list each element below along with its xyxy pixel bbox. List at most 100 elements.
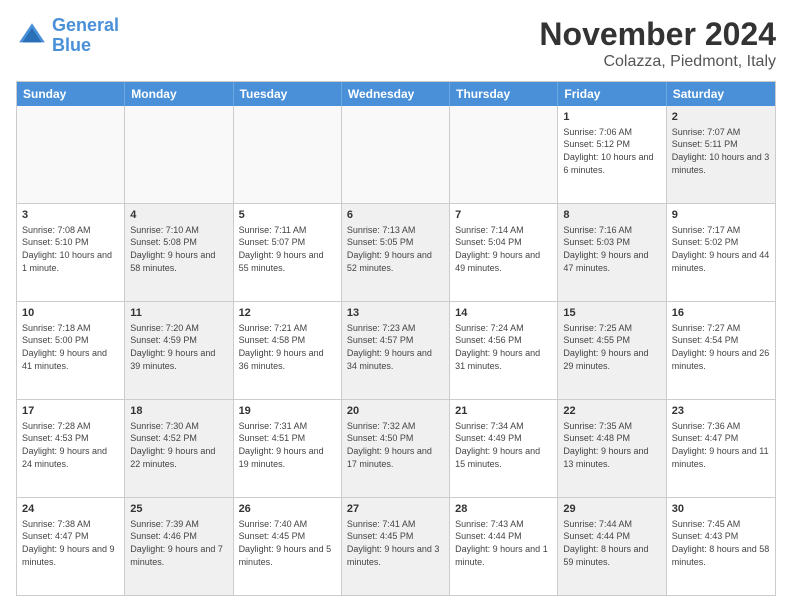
day-info: Sunrise: 7:40 AM Sunset: 4:45 PM Dayligh…	[239, 518, 336, 568]
day-info: Sunrise: 7:21 AM Sunset: 4:58 PM Dayligh…	[239, 322, 336, 372]
calendar-cell: 6Sunrise: 7:13 AM Sunset: 5:05 PM Daylig…	[342, 204, 450, 301]
calendar-cell: 29Sunrise: 7:44 AM Sunset: 4:44 PM Dayli…	[558, 498, 666, 595]
calendar-cell: 1Sunrise: 7:06 AM Sunset: 5:12 PM Daylig…	[558, 106, 666, 203]
weekday-header-tuesday: Tuesday	[234, 82, 342, 106]
weekday-header-wednesday: Wednesday	[342, 82, 450, 106]
calendar-row-4: 24Sunrise: 7:38 AM Sunset: 4:47 PM Dayli…	[17, 497, 775, 595]
calendar-cell: 13Sunrise: 7:23 AM Sunset: 4:57 PM Dayli…	[342, 302, 450, 399]
day-info: Sunrise: 7:08 AM Sunset: 5:10 PM Dayligh…	[22, 224, 119, 274]
calendar-cell: 17Sunrise: 7:28 AM Sunset: 4:53 PM Dayli…	[17, 400, 125, 497]
calendar-cell: 9Sunrise: 7:17 AM Sunset: 5:02 PM Daylig…	[667, 204, 775, 301]
calendar-cell	[17, 106, 125, 203]
day-info: Sunrise: 7:28 AM Sunset: 4:53 PM Dayligh…	[22, 420, 119, 470]
weekday-header-friday: Friday	[558, 82, 666, 106]
day-number: 21	[455, 404, 552, 419]
calendar-cell: 2Sunrise: 7:07 AM Sunset: 5:11 PM Daylig…	[667, 106, 775, 203]
calendar-row-1: 3Sunrise: 7:08 AM Sunset: 5:10 PM Daylig…	[17, 203, 775, 301]
day-info: Sunrise: 7:35 AM Sunset: 4:48 PM Dayligh…	[563, 420, 660, 470]
calendar-cell: 19Sunrise: 7:31 AM Sunset: 4:51 PM Dayli…	[234, 400, 342, 497]
day-info: Sunrise: 7:31 AM Sunset: 4:51 PM Dayligh…	[239, 420, 336, 470]
calendar-cell: 12Sunrise: 7:21 AM Sunset: 4:58 PM Dayli…	[234, 302, 342, 399]
weekday-header-saturday: Saturday	[667, 82, 775, 106]
day-number: 15	[563, 306, 660, 321]
weekday-header-thursday: Thursday	[450, 82, 558, 106]
day-number: 19	[239, 404, 336, 419]
calendar-header: SundayMondayTuesdayWednesdayThursdayFrid…	[17, 82, 775, 106]
day-info: Sunrise: 7:27 AM Sunset: 4:54 PM Dayligh…	[672, 322, 770, 372]
calendar-cell: 15Sunrise: 7:25 AM Sunset: 4:55 PM Dayli…	[558, 302, 666, 399]
calendar-cell: 8Sunrise: 7:16 AM Sunset: 5:03 PM Daylig…	[558, 204, 666, 301]
page: General Blue November 2024 Colazza, Pied…	[0, 0, 792, 612]
day-info: Sunrise: 7:44 AM Sunset: 4:44 PM Dayligh…	[563, 518, 660, 568]
day-info: Sunrise: 7:30 AM Sunset: 4:52 PM Dayligh…	[130, 420, 227, 470]
day-info: Sunrise: 7:11 AM Sunset: 5:07 PM Dayligh…	[239, 224, 336, 274]
day-number: 25	[130, 502, 227, 517]
day-info: Sunrise: 7:45 AM Sunset: 4:43 PM Dayligh…	[672, 518, 770, 568]
day-info: Sunrise: 7:43 AM Sunset: 4:44 PM Dayligh…	[455, 518, 552, 568]
calendar-cell: 18Sunrise: 7:30 AM Sunset: 4:52 PM Dayli…	[125, 400, 233, 497]
weekday-header-sunday: Sunday	[17, 82, 125, 106]
day-number: 22	[563, 404, 660, 419]
calendar-cell	[125, 106, 233, 203]
calendar-cell: 4Sunrise: 7:10 AM Sunset: 5:08 PM Daylig…	[125, 204, 233, 301]
day-number: 4	[130, 208, 227, 223]
day-info: Sunrise: 7:36 AM Sunset: 4:47 PM Dayligh…	[672, 420, 770, 470]
day-info: Sunrise: 7:38 AM Sunset: 4:47 PM Dayligh…	[22, 518, 119, 568]
day-number: 1	[563, 110, 660, 125]
day-info: Sunrise: 7:14 AM Sunset: 5:04 PM Dayligh…	[455, 224, 552, 274]
day-info: Sunrise: 7:32 AM Sunset: 4:50 PM Dayligh…	[347, 420, 444, 470]
day-number: 5	[239, 208, 336, 223]
calendar-cell: 14Sunrise: 7:24 AM Sunset: 4:56 PM Dayli…	[450, 302, 558, 399]
calendar-cell: 3Sunrise: 7:08 AM Sunset: 5:10 PM Daylig…	[17, 204, 125, 301]
location: Colazza, Piedmont, Italy	[539, 53, 776, 71]
calendar-cell	[234, 106, 342, 203]
calendar-cell: 16Sunrise: 7:27 AM Sunset: 4:54 PM Dayli…	[667, 302, 775, 399]
calendar-cell: 25Sunrise: 7:39 AM Sunset: 4:46 PM Dayli…	[125, 498, 233, 595]
calendar-cell	[450, 106, 558, 203]
day-info: Sunrise: 7:18 AM Sunset: 5:00 PM Dayligh…	[22, 322, 119, 372]
day-number: 17	[22, 404, 119, 419]
calendar: SundayMondayTuesdayWednesdayThursdayFrid…	[16, 81, 776, 596]
day-info: Sunrise: 7:07 AM Sunset: 5:11 PM Dayligh…	[672, 126, 770, 176]
day-number: 2	[672, 110, 770, 125]
day-number: 18	[130, 404, 227, 419]
day-number: 30	[672, 502, 770, 517]
day-number: 26	[239, 502, 336, 517]
calendar-body: 1Sunrise: 7:06 AM Sunset: 5:12 PM Daylig…	[17, 106, 775, 595]
day-info: Sunrise: 7:34 AM Sunset: 4:49 PM Dayligh…	[455, 420, 552, 470]
calendar-row-3: 17Sunrise: 7:28 AM Sunset: 4:53 PM Dayli…	[17, 399, 775, 497]
calendar-row-0: 1Sunrise: 7:06 AM Sunset: 5:12 PM Daylig…	[17, 106, 775, 203]
title-block: November 2024 Colazza, Piedmont, Italy	[539, 16, 776, 71]
day-info: Sunrise: 7:13 AM Sunset: 5:05 PM Dayligh…	[347, 224, 444, 274]
logo-icon	[16, 20, 48, 52]
day-number: 7	[455, 208, 552, 223]
day-number: 20	[347, 404, 444, 419]
day-number: 16	[672, 306, 770, 321]
day-number: 3	[22, 208, 119, 223]
day-number: 23	[672, 404, 770, 419]
day-number: 9	[672, 208, 770, 223]
day-info: Sunrise: 7:23 AM Sunset: 4:57 PM Dayligh…	[347, 322, 444, 372]
day-info: Sunrise: 7:20 AM Sunset: 4:59 PM Dayligh…	[130, 322, 227, 372]
day-number: 29	[563, 502, 660, 517]
day-info: Sunrise: 7:39 AM Sunset: 4:46 PM Dayligh…	[130, 518, 227, 568]
calendar-cell: 20Sunrise: 7:32 AM Sunset: 4:50 PM Dayli…	[342, 400, 450, 497]
calendar-cell: 21Sunrise: 7:34 AM Sunset: 4:49 PM Dayli…	[450, 400, 558, 497]
day-info: Sunrise: 7:10 AM Sunset: 5:08 PM Dayligh…	[130, 224, 227, 274]
calendar-cell: 10Sunrise: 7:18 AM Sunset: 5:00 PM Dayli…	[17, 302, 125, 399]
logo: General Blue	[16, 16, 119, 56]
day-number: 8	[563, 208, 660, 223]
day-info: Sunrise: 7:24 AM Sunset: 4:56 PM Dayligh…	[455, 322, 552, 372]
logo-text: General Blue	[52, 16, 119, 56]
month-title: November 2024	[539, 16, 776, 53]
logo-line1: General	[52, 15, 119, 35]
day-number: 27	[347, 502, 444, 517]
calendar-cell: 28Sunrise: 7:43 AM Sunset: 4:44 PM Dayli…	[450, 498, 558, 595]
weekday-header-monday: Monday	[125, 82, 233, 106]
day-info: Sunrise: 7:06 AM Sunset: 5:12 PM Dayligh…	[563, 126, 660, 176]
day-info: Sunrise: 7:16 AM Sunset: 5:03 PM Dayligh…	[563, 224, 660, 274]
day-number: 13	[347, 306, 444, 321]
calendar-cell: 26Sunrise: 7:40 AM Sunset: 4:45 PM Dayli…	[234, 498, 342, 595]
day-number: 11	[130, 306, 227, 321]
day-number: 6	[347, 208, 444, 223]
